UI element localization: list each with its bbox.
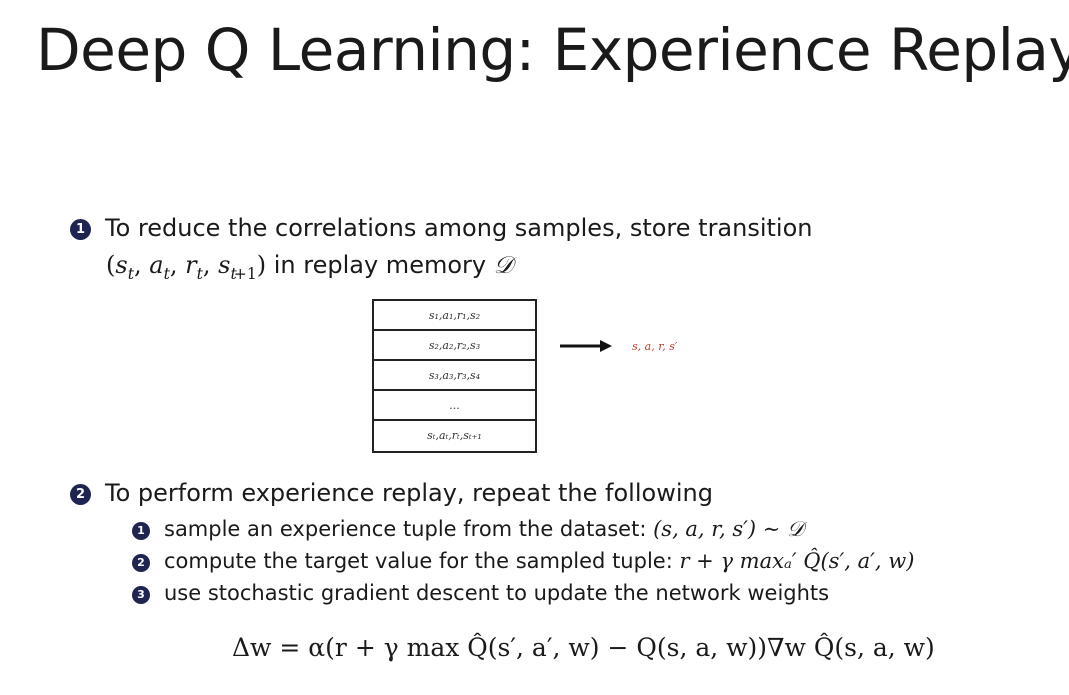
bullet-2-badge: 2	[70, 484, 91, 505]
point-1-line-2-text: in replay memory	[266, 251, 494, 279]
substep-2: 2 compute the target value for the sample…	[132, 549, 914, 573]
substep-3: 3 use stochastic gradient descent to upda…	[132, 581, 829, 605]
substep-2-text: compute the target value for the sampled…	[164, 549, 680, 573]
substep-3-text: use stochastic gradient descent to updat…	[164, 581, 830, 605]
replay-row: s₁,a₁,r₁,s₂	[374, 301, 535, 331]
substep-2-math: r + γ maxₐ′ Q̂(s′, a′, w)	[679, 549, 915, 573]
arrow-right-icon	[560, 340, 612, 352]
point-1-line-2: (st, at, rt, st+1) in replay memory 𝒟	[106, 251, 513, 283]
substep-3-badge: 3	[132, 586, 150, 604]
update-rule-text: Δw = α(r + γ max Q̂(s′, a′, w) − Q(s, a,…	[232, 633, 935, 662]
replay-row: sₜ,aₜ,rₜ,sₜ₊₁	[427, 429, 482, 442]
replay-row: s₃,a₃,r₃,s₄	[374, 361, 535, 391]
memory-symbol: 𝒟	[493, 251, 513, 279]
point-1: 1 To reduce the correlations among sample…	[70, 214, 813, 242]
point-2-text: To perform experience replay, repeat the…	[105, 479, 713, 507]
substep-1-badge: 1	[132, 522, 150, 540]
point-2: 2 To perform experience replay, repeat th…	[70, 479, 713, 507]
substep-1-text: sample an experience tuple from the data…	[164, 517, 654, 541]
update-rule-formula: Δw = α(r + γ max Q̂(s′, a′, w) − Q(s, a,…	[232, 633, 935, 662]
substep-1: 1 sample an experience tuple from the dat…	[132, 517, 804, 542]
bullet-1-badge: 1	[70, 219, 91, 240]
transition-tuple: (st, at, rt, st+1)	[106, 251, 267, 283]
point-1-line-1: To reduce the correlations among samples…	[105, 214, 813, 242]
sampled-tuple-label: s, a, r, s′	[632, 340, 678, 353]
slide-title: Deep Q Learning: Experience Replay	[36, 16, 1069, 84]
replay-row-ellipsis: ...	[374, 391, 535, 421]
substep-2-badge: 2	[132, 554, 150, 572]
replay-memory-table: s₁,a₁,r₁,s₂ s₂,a₂,r₂,s₃ s₃,a₃,r₃,s₄ ... …	[372, 299, 537, 453]
substep-1-math: (s, a, r, s′) ∼ 𝒟	[653, 517, 804, 541]
replay-row: s₂,a₂,r₂,s₃	[374, 331, 535, 361]
